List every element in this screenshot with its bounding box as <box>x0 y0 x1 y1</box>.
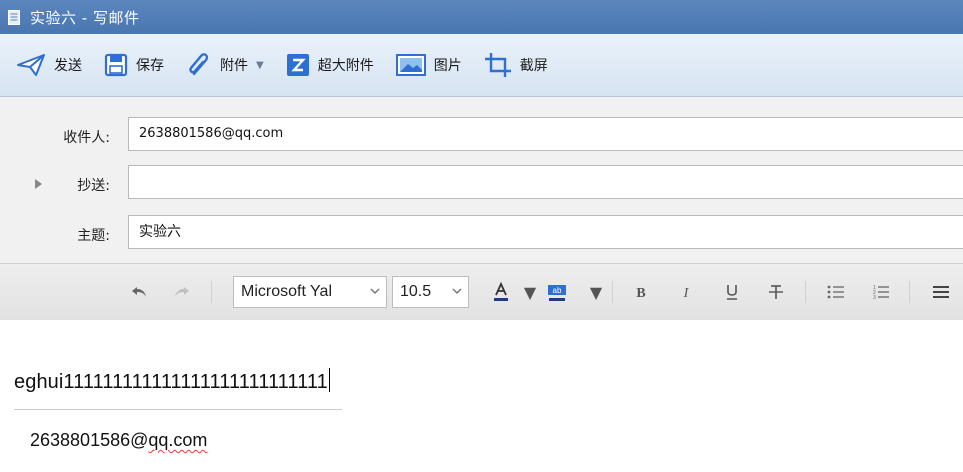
large-attach-label: 超大附件 <box>317 58 374 74</box>
send-button[interactable]: 发送 <box>16 45 82 85</box>
screenshot-icon <box>484 53 511 77</box>
numbered-list-icon[interactable]: 123 <box>870 264 892 320</box>
header-fields: 收件人: 2638801586@qq.com 抄送: 主题: 实验六 <box>0 97 963 263</box>
divider <box>909 281 910 303</box>
body-text-line[interactable]: eghui111111111111111111111111111 <box>14 368 330 394</box>
signature-divider <box>14 409 342 410</box>
to-field[interactable]: 2638801586@qq.com <box>128 117 963 151</box>
send-label: 发送 <box>54 58 82 74</box>
chevron-down-icon[interactable]: ▼ <box>256 60 264 71</box>
image-button[interactable]: 图片 <box>395 45 462 85</box>
chevron-down-icon <box>370 288 380 295</box>
divider <box>211 281 212 303</box>
svg-text:B: B <box>636 286 645 300</box>
large-attachment-icon <box>286 54 309 76</box>
window-title: 实验六 - 写邮件 <box>30 8 140 27</box>
undo-icon[interactable] <box>128 264 150 320</box>
font-family-value: Microsoft Yal <box>241 283 332 300</box>
cc-row: 抄送: <box>0 165 963 203</box>
svg-text:I: I <box>683 286 690 300</box>
paperclip-icon <box>189 53 209 76</box>
redo-icon[interactable] <box>171 264 193 320</box>
send-icon <box>17 54 45 76</box>
font-family-select[interactable]: Microsoft Yal <box>233 276 387 308</box>
message-body[interactable]: eghui111111111111111111111111111 2638801… <box>0 320 963 472</box>
bold-icon[interactable]: B <box>630 264 652 320</box>
svg-text:3: 3 <box>873 295 876 300</box>
cc-field[interactable] <box>128 165 963 199</box>
signature-spellcheck-word: qq.com <box>148 430 208 450</box>
title-bar: 实验六 - 写邮件 <box>0 0 963 34</box>
font-color-icon[interactable] <box>488 264 514 320</box>
font-size-select[interactable]: 10.5 <box>392 276 469 308</box>
bullet-list-icon[interactable] <box>825 264 847 320</box>
strikethrough-icon[interactable] <box>765 264 787 320</box>
chevron-down-icon[interactable]: ▼ <box>524 264 536 320</box>
format-toolbar: Microsoft Yal 10.5 ▼ ab ▼ B I 1 2 3 <box>0 263 963 321</box>
signature: 2638801586@qq.com <box>30 430 207 451</box>
cc-label: 抄送: <box>77 178 110 194</box>
chevron-down-icon <box>452 288 462 295</box>
save-icon <box>104 53 128 77</box>
image-icon <box>395 54 426 76</box>
subject-field[interactable]: 实验六 <box>128 215 963 249</box>
chevron-down-icon[interactable]: ▼ <box>590 264 602 320</box>
subject-row: 主题: 实验六 <box>0 215 963 253</box>
main-toolbar: 发送 保存 附件 ▼ 超大附件 图片 截屏 <box>0 34 963 97</box>
to-label: 收件人: <box>63 130 110 146</box>
signature-prefix: 2638801586@ <box>30 430 149 450</box>
svg-text:ab: ab <box>553 286 562 295</box>
underline-icon[interactable] <box>721 264 743 320</box>
screenshot-label: 截屏 <box>519 58 548 74</box>
compose-window: 实验六 - 写邮件 发送 保存 附件 ▼ 超大附件 图片 截屏 收件人: 263… <box>0 0 963 472</box>
body-text: eghui111111111111111111111111111 <box>14 371 328 393</box>
italic-icon[interactable]: I <box>675 264 697 320</box>
text-cursor <box>328 368 330 392</box>
subject-label: 主题: <box>77 228 110 244</box>
screenshot-button[interactable]: 截屏 <box>484 45 548 85</box>
save-button[interactable]: 保存 <box>104 45 164 85</box>
expand-arrow-icon[interactable] <box>35 179 42 189</box>
attach-button[interactable]: 附件 ▼ <box>186 45 264 85</box>
save-label: 保存 <box>136 58 164 74</box>
image-label: 图片 <box>433 58 462 74</box>
to-row: 收件人: 2638801586@qq.com <box>0 117 963 155</box>
document-icon <box>8 9 20 25</box>
align-icon[interactable] <box>930 264 952 320</box>
large-attach-button[interactable]: 超大附件 <box>286 45 374 85</box>
attach-label: 附件 <box>220 58 248 74</box>
divider <box>805 281 806 303</box>
highlight-color-icon[interactable]: ab <box>544 264 570 320</box>
font-size-value: 10.5 <box>400 283 432 300</box>
divider <box>612 281 613 303</box>
